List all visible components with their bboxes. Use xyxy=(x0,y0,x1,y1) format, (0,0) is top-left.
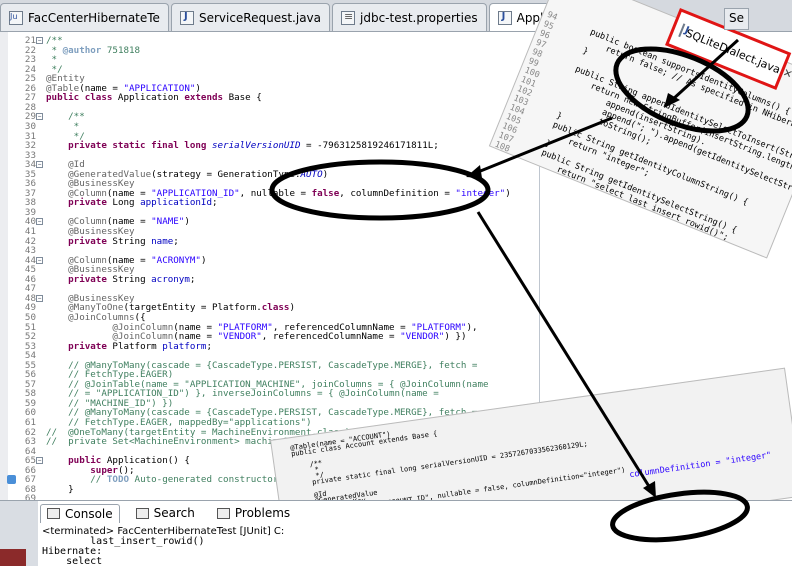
problems-icon xyxy=(216,507,230,519)
editor-tab-label: ServiceRequest.java xyxy=(198,10,322,25)
code-text: private static final long serialVersionU… xyxy=(68,140,439,152)
fold-toggle-icon[interactable]: − xyxy=(36,256,43,264)
search-icon xyxy=(135,507,149,519)
code-text: private Platform platform; xyxy=(68,340,213,352)
code-line: 42 private String name; xyxy=(0,235,540,247)
code-line: 46 private String acronym; xyxy=(0,275,540,285)
code-line: 23 * xyxy=(0,55,540,65)
fold-toggle-icon[interactable]: − xyxy=(36,113,43,121)
editor-tab-2[interactable]: jdbc-test.properties xyxy=(332,3,487,31)
junit-file-icon xyxy=(9,10,23,25)
console-tab-label: Search xyxy=(153,506,195,520)
code-line: 27 public class Application extends Base … xyxy=(0,93,540,103)
fold-toggle-icon[interactable]: − xyxy=(36,294,43,302)
code-text: public class Application extends Base { xyxy=(46,92,262,104)
console-tab-0[interactable]: Console xyxy=(40,503,120,523)
console-tab-bar: Console Search Problems xyxy=(40,501,296,525)
editor-tab-label: FacCenterHibernateTe xyxy=(28,10,160,25)
console-red-marker xyxy=(0,549,26,566)
code-line: 32 private static final long serialVersi… xyxy=(0,141,540,151)
console-panel: Console Search Problems <terminated> FacCe… xyxy=(0,500,792,566)
console-tab-2[interactable]: Problems xyxy=(211,504,296,522)
code-text: // TODO Auto-generated constructor stub xyxy=(90,474,307,486)
editor-tab-0[interactable]: FacCenterHibernateTe xyxy=(0,3,169,31)
console-tab-label: Problems xyxy=(234,506,291,520)
java-file-icon xyxy=(179,10,194,25)
java-file-icon xyxy=(497,10,512,25)
line-number: 50 xyxy=(24,311,36,323)
console-tab-label: Console xyxy=(65,506,113,521)
code-line: 53 private Platform platform; xyxy=(0,340,540,352)
code-line: 29− /** xyxy=(0,112,540,122)
editor-tab-1[interactable]: ServiceRequest.java xyxy=(170,3,331,31)
code-line: 22 * @author 751818 xyxy=(0,44,540,56)
code-text: private String acronym; xyxy=(68,273,196,285)
editor-tab-label: jdbc-test.properties xyxy=(360,10,478,25)
console-output: <terminated> FacCenterHibernateTest [JUn… xyxy=(42,527,284,566)
line-number: 30 xyxy=(24,120,36,132)
console-line: select xyxy=(42,556,103,566)
side-view-tab[interactable]: Se xyxy=(724,8,749,30)
callout-column-definition: columnDefinition = "integer" xyxy=(628,450,773,481)
code-text: * @author 751818 xyxy=(46,44,141,56)
code-text: } xyxy=(46,483,74,495)
code-text: private String name; xyxy=(68,235,179,247)
console-tab-1[interactable]: Search xyxy=(130,504,201,522)
code-text: private Long applicationId; xyxy=(68,197,218,209)
task-marker-icon xyxy=(7,475,16,485)
fold-toggle-icon[interactable]: − xyxy=(36,161,43,169)
code-line: 38 private Long applicationId; xyxy=(0,198,540,208)
properties-file-icon xyxy=(341,10,356,25)
console-icon xyxy=(47,508,60,519)
fold-toggle-icon[interactable]: − xyxy=(36,37,43,44)
java-file-icon xyxy=(678,23,686,38)
fold-toggle-icon[interactable]: − xyxy=(36,457,43,465)
fold-toggle-icon[interactable]: − xyxy=(36,218,43,226)
